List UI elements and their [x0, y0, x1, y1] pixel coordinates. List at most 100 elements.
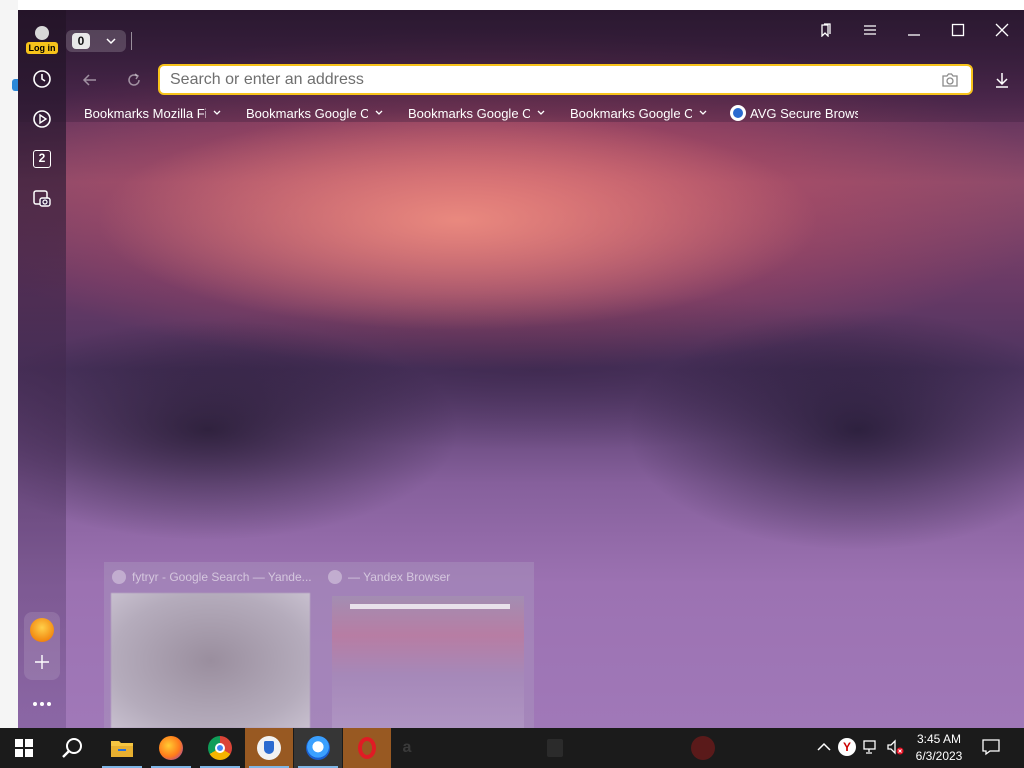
menu-button[interactable]: [856, 18, 884, 42]
minimize-button[interactable]: [900, 18, 928, 42]
bookmark-label: Bookmarks Google C: [246, 105, 368, 121]
bookmark-folder[interactable]: Bookmarks Mozilla Fi: [84, 102, 246, 124]
yandex-browser-icon: [306, 736, 330, 760]
taskbar-app-antivirus[interactable]: [688, 728, 718, 768]
chrome-icon: [208, 736, 232, 760]
arrow-left-icon: [82, 74, 96, 86]
search-icon: [62, 738, 82, 758]
address-bar[interactable]: [158, 64, 973, 95]
antivirus-icon: [691, 736, 715, 760]
sidebar-bottom-panel: [24, 612, 60, 680]
bookmarks-bar: Bookmarks Mozilla Fi Bookmarks Google C …: [84, 102, 860, 124]
folder-icon: [111, 741, 133, 757]
thumbnail-image: [332, 596, 524, 728]
chevron-down-icon: [537, 110, 545, 115]
yandex-icon: [328, 570, 342, 584]
thumbnail-title: — Yandex Browser: [328, 570, 528, 584]
bookmarks-icon: [821, 23, 831, 37]
more-options-icon[interactable]: [32, 700, 52, 708]
bookmark-label: Bookmarks Google C: [570, 105, 692, 121]
search-button[interactable]: [48, 728, 96, 768]
thumbnail-address-bar: [350, 604, 510, 609]
alice-assistant-icon[interactable]: [30, 618, 54, 642]
bookmark-folder[interactable]: Bookmarks Google C: [246, 102, 408, 124]
thumbnail-window[interactable]: — Yandex Browser: [320, 562, 530, 728]
bookmark-folder[interactable]: Bookmarks Google C: [570, 102, 730, 124]
avatar-icon: [35, 26, 49, 40]
taskbar-app-opera[interactable]: [343, 728, 391, 768]
amazon-icon: a: [402, 739, 412, 756]
reload-button[interactable]: [122, 68, 146, 92]
maximize-icon: [951, 23, 965, 37]
chevron-up-icon[interactable]: [815, 738, 833, 756]
taskbar-app-yandex-browser[interactable]: [294, 728, 342, 768]
taskbar-thumbnail-preview: fytryr - Google Search — Yande... — Yand…: [104, 562, 534, 728]
network-icon[interactable]: [862, 738, 880, 756]
yandex-icon: [112, 570, 126, 584]
bookmarks-panel-button[interactable]: [812, 18, 840, 42]
chevron-down-icon: [699, 110, 707, 115]
downloads-button[interactable]: [990, 68, 1014, 92]
windows-icon: [15, 739, 33, 757]
minimize-icon: [908, 34, 920, 36]
screenshot-icon: [33, 190, 51, 207]
opera-icon: [358, 737, 376, 759]
counter-button[interactable]: 2: [26, 143, 58, 175]
bookmark-label: AVG Secure Brows: [750, 105, 858, 121]
thumbnail-title-text: fytryr - Google Search — Yande...: [132, 570, 312, 584]
close-icon: [995, 23, 1009, 37]
notification-icon[interactable]: [982, 738, 1000, 756]
counter-badge: 2: [33, 150, 51, 168]
start-button[interactable]: [0, 728, 48, 768]
taskbar-app-firefox[interactable]: [147, 728, 195, 768]
chevron-down-icon: [213, 110, 221, 115]
maximize-button[interactable]: [944, 18, 972, 42]
taskbar-app-shopping[interactable]: [540, 728, 570, 768]
browser-window: Log in 2 0 Search or enter an address Bo…: [18, 10, 1024, 728]
taskbar-app-avg-browser[interactable]: [245, 728, 293, 768]
download-icon: [996, 73, 1008, 88]
taskbar: a Y 3:45 AM 6/3/2023: [0, 728, 1024, 768]
clock-time: 3:45 AM: [916, 732, 962, 746]
taskbar-app-amazon[interactable]: a: [392, 728, 422, 768]
login-badge: Log in: [26, 42, 58, 54]
profile-button[interactable]: Log in: [24, 26, 60, 56]
play-icon: [33, 110, 51, 128]
volume-muted-icon[interactable]: [886, 738, 904, 756]
menu-icon: [864, 25, 876, 35]
desktop-background: [0, 0, 18, 728]
thumbnail-window[interactable]: fytryr - Google Search — Yande...: [104, 562, 314, 728]
bookmark-label: Bookmarks Mozilla Fi: [84, 105, 206, 121]
tab-count: 0: [72, 33, 90, 49]
clock-icon: [33, 70, 51, 88]
tabs-button[interactable]: 0: [66, 30, 126, 52]
taskbar-app-chrome[interactable]: [196, 728, 244, 768]
chevron-down-icon: [106, 38, 116, 45]
back-button[interactable]: [78, 68, 102, 92]
clock[interactable]: 3:45 AM 6/3/2023: [904, 731, 974, 765]
history-button[interactable]: [26, 63, 58, 95]
camera-icon[interactable]: [941, 71, 959, 89]
reload-icon: [128, 73, 140, 86]
shopping-bag-icon: [547, 739, 563, 757]
thumbnail-image: [111, 593, 310, 728]
avg-favicon-icon: [730, 105, 746, 121]
sidebar: Log in 2: [18, 10, 66, 728]
add-icon[interactable]: [34, 654, 50, 670]
address-input[interactable]: [170, 70, 910, 90]
taskbar-app-file-explorer[interactable]: [98, 728, 146, 768]
firefox-icon: [159, 736, 183, 760]
media-player-button[interactable]: [26, 103, 58, 135]
close-button[interactable]: [988, 18, 1016, 42]
thumbnail-title: fytryr - Google Search — Yande...: [112, 570, 312, 584]
chevron-down-icon: [375, 110, 383, 115]
divider: [131, 32, 132, 50]
bookmark-label: Bookmarks Google C: [408, 105, 530, 121]
clock-date: 6/3/2023: [915, 749, 963, 763]
avg-shield-icon: [257, 736, 281, 760]
bookmark-link[interactable]: AVG Secure Brows: [730, 102, 860, 124]
thumbnail-title-text: — Yandex Browser: [348, 570, 451, 584]
yandex-tray-icon[interactable]: Y: [838, 738, 856, 756]
bookmark-folder[interactable]: Bookmarks Google C: [408, 102, 570, 124]
screenshot-button[interactable]: [26, 183, 58, 215]
